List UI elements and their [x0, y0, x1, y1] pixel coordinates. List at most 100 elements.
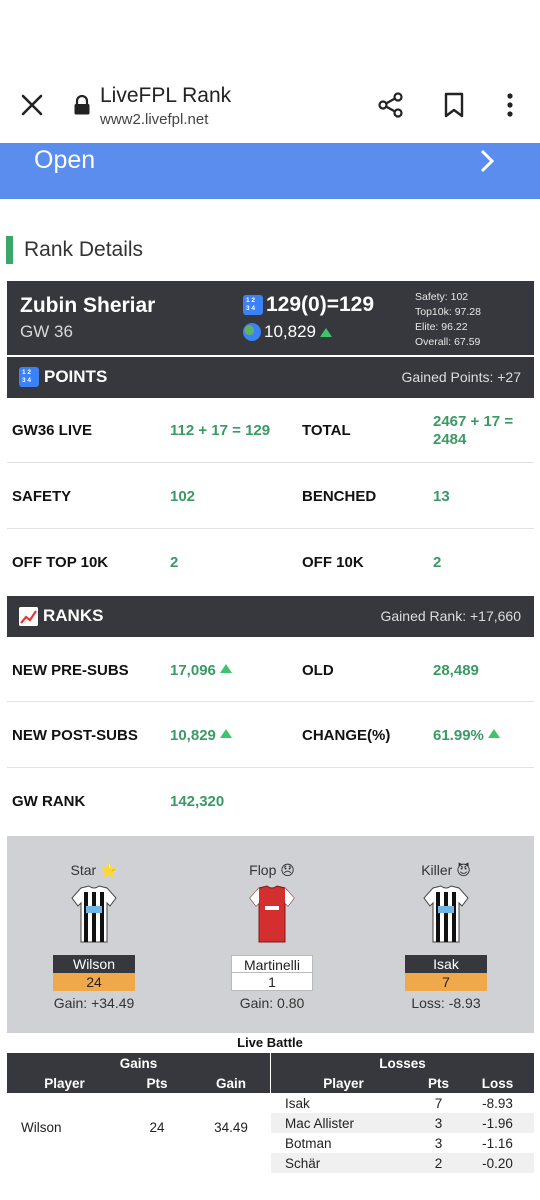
gained-rank: Gained Rank: +17,660	[380, 608, 522, 624]
flop-player-card[interactable]: Flop 😞 Martinelli 1 Gain: 0.80	[222, 862, 322, 1011]
arrow-up-icon	[219, 729, 232, 738]
cell-player: Wilson	[21, 1119, 62, 1135]
gains-header: Gains	[7, 1053, 270, 1073]
row-label: NEW PRE-SUBS	[12, 662, 129, 679]
row-label: BENCHED	[302, 488, 377, 505]
player-points: 1	[231, 973, 313, 991]
numbers-icon: 1 23 4	[243, 295, 263, 315]
points-title-text: POINTS	[44, 367, 108, 386]
share-icon[interactable]	[378, 92, 404, 118]
open-label: Open	[34, 146, 96, 174]
chart-increasing-icon	[19, 606, 38, 626]
cell-player: Isak	[285, 1095, 310, 1111]
striped-shirt-icon	[71, 885, 117, 943]
player-name: Isak	[405, 955, 487, 973]
points-row: SAFETY 102 BENCHED 13	[7, 464, 534, 529]
rank-row: GW RANK 142,320	[7, 769, 534, 834]
player-gain: Loss: -8.93	[411, 995, 481, 1011]
player-name: Wilson	[53, 955, 135, 973]
open-app-banner[interactable]: Open	[0, 143, 540, 199]
gains-table: Gains Player Pts Gain Wilson 24 34.49	[7, 1053, 270, 1161]
site-title: LiveFPL Rank	[100, 84, 232, 107]
row-label: GW RANK	[12, 793, 86, 810]
row-label: SAFETY	[12, 488, 72, 505]
gameweek-label: GW 36	[20, 322, 73, 341]
table-row[interactable]: Botman 3 -1.16	[271, 1133, 534, 1153]
row-value: 2	[433, 554, 442, 571]
striped-shirt-icon	[423, 885, 469, 943]
row-label: OFF 10K	[302, 554, 364, 571]
player-points: 7	[405, 973, 487, 991]
rank-row: NEW PRE-SUBS 17,096 OLD 28,489	[7, 637, 534, 702]
row-label: OLD	[302, 662, 334, 679]
player-gain: Gain: +34.49	[53, 995, 135, 1011]
ranks-band: RANKS Gained Rank: +17,660	[7, 596, 534, 637]
player-tag: Flop 😞	[249, 862, 295, 878]
row-value: 2467 + 17 = 2484	[433, 413, 514, 448]
row-value: 13	[433, 488, 450, 505]
cell-pts: 3	[416, 1113, 461, 1133]
killer-player-card[interactable]: Killer 😈 Isak 7 Loss: -8.93	[396, 862, 496, 1011]
heading-text: Rank Details	[24, 238, 144, 261]
heading-accent-bar	[6, 236, 13, 264]
red-shirt-icon	[249, 885, 295, 943]
arrow-up-icon	[219, 664, 232, 673]
table-row[interactable]: Wilson 24 34.49	[7, 1093, 270, 1161]
rank-row: NEW POST-SUBS 10,829 CHANGE(%) 61.99%	[7, 703, 534, 768]
row-label: GW36 LIVE	[12, 422, 93, 439]
row-value: 142,320	[170, 793, 225, 810]
row-label: CHANGE(%)	[302, 727, 391, 744]
cell-player: Mac Allister	[271, 1113, 416, 1133]
more-options-icon[interactable]	[506, 93, 514, 117]
row-value: 102	[170, 488, 196, 505]
arrow-up-icon	[487, 729, 500, 738]
cell-loss: -1.16	[482, 1135, 513, 1151]
star-player-card[interactable]: Star ⭐ Wilson 24 Gain: +34.49	[44, 862, 144, 1011]
manager-name: Zubin Sheriar	[20, 294, 156, 317]
browser-toolbar: LiveFPL Rank www2.livefpl.net	[0, 0, 540, 143]
live-battle-title: Live Battle	[237, 1035, 303, 1050]
table-row[interactable]: Mac Allister 3 -1.96	[271, 1113, 534, 1133]
table-row[interactable]: Isak 7 -8.93	[271, 1093, 534, 1113]
player-tag: Killer 😈	[421, 862, 471, 878]
bookmark-icon[interactable]	[444, 92, 464, 118]
manager-summary-card: Zubin Sheriar GW 36 1 23 4 129(0)=129 10…	[7, 281, 534, 355]
col-player: Player	[7, 1073, 122, 1093]
row-value: 2	[170, 554, 179, 571]
points-row: GW36 LIVE 112 + 17 = 129 TOTAL 2467 + 17…	[7, 398, 534, 463]
stat-overall: Overall: 67.59	[415, 336, 481, 348]
manager-stats: Safety: 102 Top10k: 97.28 Elite: 96.22 O…	[415, 290, 481, 350]
row-label: OFF TOP 10K	[12, 554, 109, 571]
row-value: 28,489	[433, 662, 479, 679]
row-value: 17,096	[170, 662, 232, 679]
player-spotlight: Star ⭐ Wilson 24 Gain: +34.49 Flop 😞 Mar…	[7, 836, 534, 1033]
row-value-text: 17,096	[170, 662, 216, 679]
stat-top10k: Top10k: 97.28	[415, 306, 481, 318]
close-icon[interactable]	[20, 93, 44, 117]
row-value-text: 10,829	[170, 727, 216, 744]
cell-loss: -0.20	[461, 1153, 534, 1173]
numbers-icon: 1 23 4	[19, 367, 39, 387]
live-points: 1 23 4 129(0)=129	[243, 293, 374, 317]
cell-loss: -1.96	[461, 1113, 534, 1133]
col-gain: Gain	[192, 1073, 270, 1093]
player-name: Martinelli	[231, 955, 313, 973]
cell-loss: -8.93	[482, 1095, 513, 1111]
cell-pts: 3	[434, 1135, 443, 1151]
losses-table: Losses Player Pts Loss Isak 7 -8.93 Mac …	[271, 1053, 534, 1173]
points-row: OFF TOP 10K 2 OFF 10K 2	[7, 530, 534, 595]
points-band: 1 23 4 POINTS Gained Points: +27	[7, 357, 534, 398]
row-value: 112 + 17 = 129	[170, 422, 271, 439]
table-row[interactable]: Schär 2 -0.20	[271, 1153, 534, 1173]
gained-points: Gained Points: +27	[401, 369, 521, 385]
overall-rank: 10,829	[243, 322, 332, 342]
player-points: 24	[53, 973, 135, 991]
player-gain: Gain: 0.80	[239, 995, 305, 1011]
losses-header: Losses	[271, 1053, 534, 1073]
cell-pts: 2	[416, 1153, 461, 1173]
cell-gain: 34.49	[214, 1119, 248, 1135]
site-url: www2.livefpl.net	[100, 111, 209, 128]
cell-player: Schär	[271, 1153, 416, 1173]
globe-icon	[243, 323, 261, 341]
col-loss: Loss	[461, 1073, 534, 1093]
